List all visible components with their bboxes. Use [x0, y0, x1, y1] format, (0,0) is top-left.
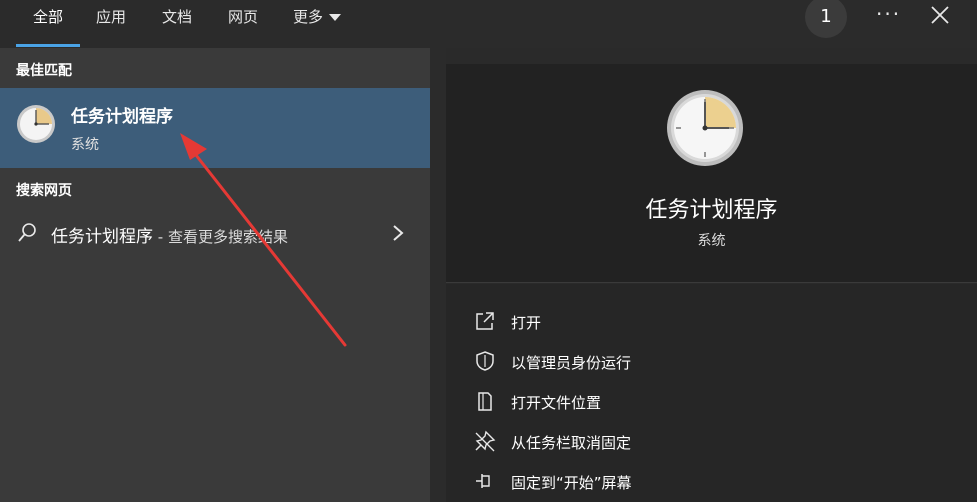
app-preview-header: 任务计划程序 系统 [446, 64, 977, 282]
tab-more-label: 更多 [293, 8, 324, 26]
more-options-button[interactable]: ··· [876, 2, 901, 26]
preview-divider [446, 282, 977, 283]
action-run-as-admin[interactable]: 以管理员身份运行 [474, 348, 954, 376]
results-panel: 最佳匹配 任务计划程序 系统 搜索网页 任务计划程序 - 查看更多搜索结果 [0, 48, 430, 502]
best-match-heading: 最佳匹配 [16, 63, 72, 79]
preview-title: 任务计划程序 [645, 198, 778, 223]
best-match-title: 任务计划程序 [71, 107, 173, 127]
chevron-down-icon [329, 14, 342, 21]
action-open[interactable]: 打开 [474, 308, 954, 336]
web-search-suffix: - 查看更多搜索结果 [153, 228, 288, 246]
best-match-subtitle: 系统 [71, 137, 99, 153]
tab-all[interactable]: 全部 [33, 6, 63, 26]
action-pin-start[interactable]: 固定到“开始”屏幕 [474, 468, 954, 496]
tab-documents[interactable]: 文档 [162, 6, 192, 26]
search-top-bar: 全部 应用 文档 网页 更多 1 ··· [0, 0, 977, 48]
file-location-icon [478, 392, 492, 411]
action-label: 打开 [511, 314, 542, 332]
open-external-icon [476, 312, 494, 330]
pin-icon [476, 474, 490, 488]
action-label: 打开文件位置 [511, 394, 602, 412]
action-label: 固定到“开始”屏幕 [511, 474, 632, 492]
best-match-item[interactable]: 任务计划程序 系统 [0, 88, 430, 168]
preview-subtitle: 系统 [697, 233, 726, 249]
web-search-result[interactable]: 任务计划程序 - 查看更多搜索结果 [0, 216, 430, 252]
active-tab-indicator [16, 44, 80, 47]
tab-apps[interactable]: 应用 [96, 6, 126, 26]
task-scheduler-clock-icon [17, 105, 55, 143]
close-icon[interactable] [930, 5, 950, 25]
task-scheduler-large-icon [667, 90, 743, 166]
search-icon [18, 223, 36, 242]
action-label: 从任务栏取消固定 [511, 434, 632, 452]
action-open-file-location[interactable]: 打开文件位置 [474, 388, 954, 416]
web-search-heading: 搜索网页 [16, 183, 72, 199]
tab-more[interactable]: 更多 [293, 6, 342, 26]
action-label: 以管理员身份运行 [511, 354, 632, 372]
panel-divider [430, 48, 446, 502]
shield-icon [476, 351, 494, 371]
rewards-badge[interactable]: 1 [805, 0, 847, 38]
unpin-icon [475, 430, 496, 452]
web-search-text: 任务计划程序 - 查看更多搜索结果 [51, 222, 288, 247]
web-search-query: 任务计划程序 [51, 227, 153, 247]
action-list: 打开 以管理员身份运行 打开文件位置 从任务栏取消固定 固定到“开始”屏幕 [446, 284, 977, 502]
tab-web[interactable]: 网页 [228, 6, 258, 26]
chevron-right-icon[interactable] [391, 224, 405, 242]
action-unpin-taskbar[interactable]: 从任务栏取消固定 [474, 428, 954, 456]
